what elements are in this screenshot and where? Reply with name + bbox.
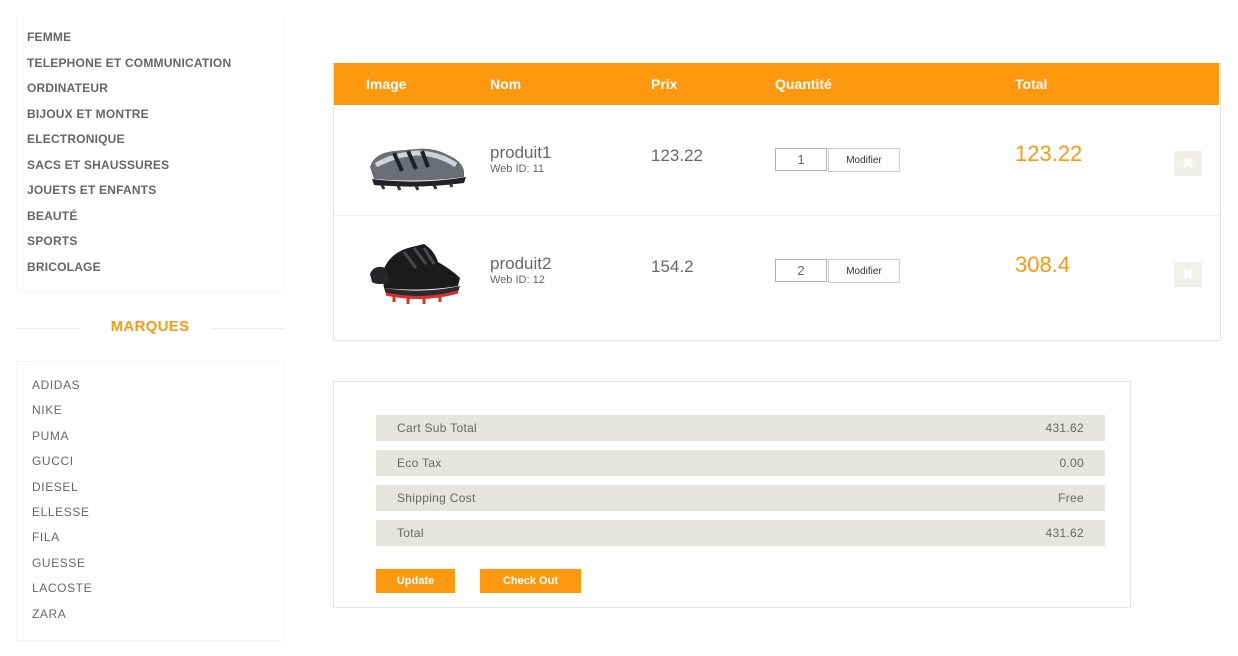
category-item-bricolage[interactable]: BRICOLAGE bbox=[17, 260, 283, 286]
brand-item-ellesse[interactable]: ELLESSE bbox=[17, 505, 283, 530]
product-name[interactable]: produit1 bbox=[490, 143, 551, 163]
summary-label: Eco Tax bbox=[397, 456, 442, 470]
category-item-femme[interactable]: FEMME bbox=[17, 30, 283, 56]
summary-label: Cart Sub Total bbox=[397, 421, 478, 435]
brand-item-adidas[interactable]: ADIDAS bbox=[17, 378, 283, 403]
category-item-sacs[interactable]: SACS ET SHAUSSURES bbox=[17, 158, 283, 184]
brand-item-guesse[interactable]: GUESSE bbox=[17, 556, 283, 581]
quantity-control: Modifier bbox=[775, 259, 900, 283]
summary-row-eco-tax: Eco Tax 0.00 bbox=[376, 450, 1105, 476]
summary-value: 0.00 bbox=[1059, 456, 1084, 470]
product-image-shoe-grey[interactable] bbox=[364, 123, 472, 195]
brand-item-nike[interactable]: NIKE bbox=[17, 403, 283, 428]
cart-row: produit2 Web ID: 12 154.2 Modifier 308.4… bbox=[334, 215, 1220, 325]
close-icon: ✖ bbox=[1182, 155, 1194, 171]
category-item-telephone[interactable]: TELEPHONE ET COMMUNICATION bbox=[17, 56, 283, 82]
product-name[interactable]: produit2 bbox=[490, 254, 551, 274]
brand-item-gucci[interactable]: GUCCI bbox=[17, 454, 283, 479]
brand-item-puma[interactable]: PUMA bbox=[17, 429, 283, 454]
close-icon: ✖ bbox=[1182, 266, 1194, 282]
category-panel: FEMME TELEPHONE ET COMMUNICATION ORDINAT… bbox=[16, 18, 284, 292]
summary-row-subtotal: Cart Sub Total 431.62 bbox=[376, 415, 1105, 441]
quantity-control: Modifier bbox=[775, 148, 900, 172]
summary-row-shipping: Shipping Cost Free bbox=[376, 485, 1105, 511]
summary-label: Shipping Cost bbox=[397, 491, 476, 505]
category-list: FEMME TELEPHONE ET COMMUNICATION ORDINAT… bbox=[17, 18, 283, 285]
category-item-bijoux[interactable]: BIJOUX ET MONTRE bbox=[17, 107, 283, 133]
cart-summary: Cart Sub Total 431.62 Eco Tax 0.00 Shipp… bbox=[333, 381, 1131, 608]
category-item-beaute[interactable]: BEAUTÉ bbox=[17, 209, 283, 235]
column-header-price: Prix bbox=[651, 76, 678, 92]
product-image-shoe-black-red[interactable] bbox=[364, 234, 472, 306]
brand-item-fila[interactable]: FILA bbox=[17, 530, 283, 555]
column-header-quantity: Quantité bbox=[775, 76, 832, 92]
cart-table-header: Image Nom Prix Quantité Total bbox=[334, 63, 1219, 105]
line-total: 123.22 bbox=[1015, 141, 1083, 166]
line-total: 308.4 bbox=[1015, 252, 1071, 277]
quantity-input[interactable] bbox=[775, 148, 827, 171]
product-price: 123.22 bbox=[651, 146, 703, 165]
update-quantity-button[interactable]: Modifier bbox=[828, 259, 900, 283]
brand-item-lacoste[interactable]: LACOSTE bbox=[17, 581, 283, 606]
update-quantity-button[interactable]: Modifier bbox=[828, 148, 900, 172]
brand-item-diesel[interactable]: DIESEL bbox=[17, 480, 283, 505]
cart-row: produit1 Web ID: 11 123.22 Modifier 123.… bbox=[334, 105, 1220, 215]
summary-value: 431.62 bbox=[1045, 526, 1084, 540]
product-web-id: Web ID: 11 bbox=[490, 163, 545, 175]
delete-item-button[interactable]: ✖ bbox=[1174, 151, 1202, 176]
check-out-button[interactable]: Check Out bbox=[480, 569, 581, 593]
brand-panel: ADIDAS NIKE PUMA GUCCI DIESEL ELLESSE FI… bbox=[16, 361, 284, 641]
column-header-total: Total bbox=[1015, 76, 1048, 92]
summary-row-total: Total 431.62 bbox=[376, 520, 1105, 546]
update-cart-button[interactable]: Update bbox=[376, 569, 455, 593]
brand-item-zara[interactable]: ZARA bbox=[17, 607, 283, 632]
product-price: 154.2 bbox=[651, 257, 694, 276]
category-item-jouets[interactable]: JOUETS ET ENFANTS bbox=[17, 183, 283, 209]
brands-heading-label: MARQUES bbox=[110, 318, 190, 335]
summary-value: Free bbox=[1058, 491, 1084, 505]
column-header-image: Image bbox=[366, 76, 407, 92]
brand-list: ADIDAS NIKE PUMA GUCCI DIESEL ELLESSE FI… bbox=[17, 362, 283, 632]
product-web-id: Web ID: 12 bbox=[490, 274, 545, 286]
category-item-sports[interactable]: SPORTS bbox=[17, 234, 283, 260]
summary-label: Total bbox=[397, 526, 424, 540]
category-item-electronique[interactable]: ELECTRONIQUE bbox=[17, 132, 283, 158]
brands-heading: MARQUES bbox=[16, 318, 284, 340]
quantity-input[interactable] bbox=[775, 259, 827, 282]
delete-item-button[interactable]: ✖ bbox=[1174, 262, 1202, 287]
summary-value: 431.62 bbox=[1045, 421, 1084, 435]
column-header-name: Nom bbox=[490, 76, 522, 92]
cart-table: Image Nom Prix Quantité Total produit1 W… bbox=[333, 63, 1221, 341]
category-item-ordinateur[interactable]: ORDINATEUR bbox=[17, 81, 283, 107]
